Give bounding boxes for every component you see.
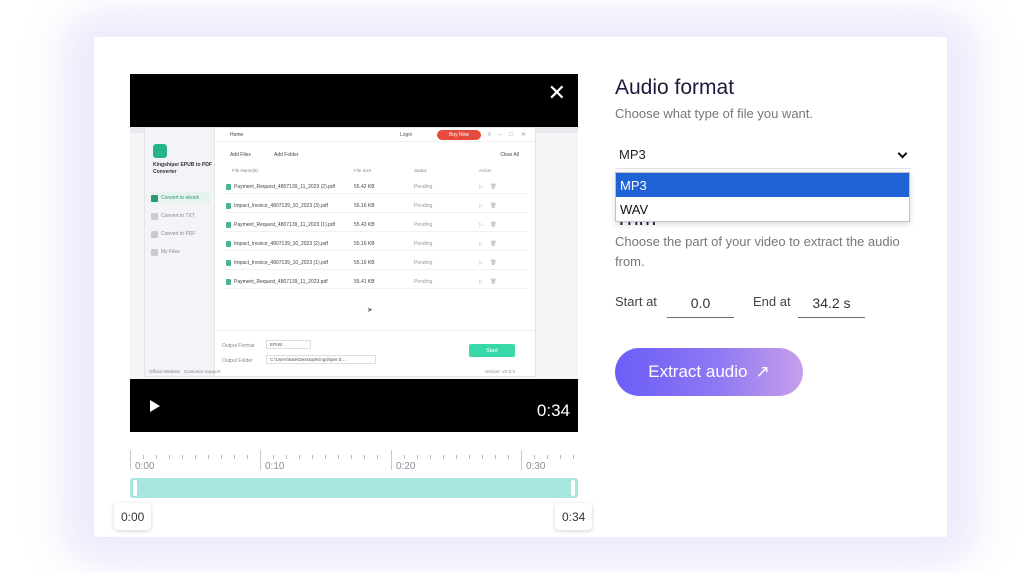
play-icon[interactable] <box>150 400 160 412</box>
book-icon <box>151 194 158 202</box>
video-frame: Kingshiper EPUB to PDF Converter Convert… <box>130 127 578 379</box>
app-add-files: Add Files <box>230 152 251 158</box>
video-duration: 0:34 <box>536 401 570 420</box>
trim-description: Choose the part of your video to extract… <box>615 234 900 269</box>
arrow-up-right-icon: ↗ <box>755 362 770 381</box>
ruler-tick-major <box>391 450 392 470</box>
row-actions-icon: ▷ 🗑 <box>479 222 500 228</box>
tick-label: 0:00 <box>135 461 155 472</box>
output-folder-label: Output Folder <box>222 358 253 364</box>
audio-format-subtitle: Choose what type of file you want. <box>615 106 814 121</box>
window-controls-icon: ≡ – □ ✕ <box>487 132 529 138</box>
extract-audio-label: Extract audio <box>648 362 748 381</box>
app-main: Home Login Buy Now ≡ – □ ✕ Add Files Add… <box>216 128 535 376</box>
end-at-label: End at <box>753 294 791 309</box>
tick-label: 0:30 <box>526 461 546 472</box>
audio-format-title: Audio format <box>615 76 735 99</box>
trim-range-track[interactable] <box>130 478 578 498</box>
table-row: Payment_Request_4807139_11_2023 (2).pdf 5… <box>224 180 527 194</box>
chevron-down-icon <box>897 148 908 159</box>
app-version: Version: V2.0.2 <box>484 369 515 374</box>
pdf-file-icon <box>226 241 231 247</box>
app-home: Home <box>230 132 244 138</box>
app-clear-all: Clear All <box>500 152 519 158</box>
sidebar-item-pdf: Convert to PDF <box>151 228 211 240</box>
table-row: Impact_Invoice_4807139_10_2023 (2).pdf 55… <box>224 237 527 251</box>
mouse-cursor-icon: ➤ <box>367 307 373 314</box>
pdf-file-icon <box>226 222 231 228</box>
pdf-file-icon <box>226 260 231 266</box>
tick-label: 0:10 <box>265 461 285 472</box>
end-at-input[interactable] <box>798 289 865 318</box>
app-table-header: File Name(8) File Size Status Action <box>232 168 492 173</box>
row-actions-icon: ▷ 🗑 <box>479 203 500 209</box>
row-actions-icon: ▷ 🗑 <box>479 184 500 190</box>
trim-end-handle[interactable] <box>571 480 575 496</box>
pdf-file-icon <box>226 279 231 285</box>
audio-format-dropdown[interactable]: MP3 WAV <box>615 172 910 222</box>
option-mp3[interactable]: MP3 <box>616 173 909 197</box>
output-format-value: EPUB <box>266 340 311 349</box>
row-actions-icon: ▷ 🗑 <box>479 279 500 285</box>
output-format-label: Output Format <box>222 343 255 349</box>
sidebar-item-ebook: Convert to ebook <box>151 192 211 204</box>
start-at-label: Start at <box>615 294 657 309</box>
app-add-folder: Add Folder <box>274 152 299 158</box>
sidebar-item-files: My Files <box>151 246 211 258</box>
app-buy-now: Buy Now <box>437 130 481 140</box>
folder-icon <box>151 248 158 256</box>
start-at-input[interactable] <box>667 289 734 318</box>
pdf-icon <box>151 230 158 238</box>
table-row: Impact_Invoice_4807139_10_2023 (1).pdf 55… <box>224 256 527 270</box>
table-row: Payment_Request_4807139_11_2023.pdf 55.41… <box>224 275 527 289</box>
row-actions-icon: ▷ 🗑 <box>479 260 500 266</box>
app-sidebar: Kingshiper EPUB to PDF Converter Convert… <box>145 128 215 376</box>
table-row: Impact_Invoice_4807139_10_2023 (3).pdf 55… <box>224 199 527 213</box>
pdf-file-icon <box>226 203 231 209</box>
ruler-tick-major <box>130 450 131 470</box>
trim-start-time: 0:00 <box>114 503 152 530</box>
app-screenshot: Kingshiper EPUB to PDF Converter Convert… <box>144 127 536 377</box>
table-row: Payment_Request_4807139_11_2023 (1).pdf 5… <box>224 218 527 232</box>
app-footer-links: Official Website Customer Support <box>149 369 221 374</box>
trim-end-time: 0:34 <box>555 503 593 530</box>
txt-icon <box>151 212 158 220</box>
app-logo-icon <box>153 144 167 158</box>
app-topbar: Home Login Buy Now ≡ – □ ✕ <box>216 128 535 142</box>
close-icon[interactable]: ✕ <box>548 82 566 104</box>
output-folder-value: C:\Users\kate\Desktop\Kingshiper E... <box>266 355 376 364</box>
extract-audio-button[interactable]: Extract audio ↗ <box>615 348 803 396</box>
row-actions-icon: ▷ 🗑 <box>479 241 500 247</box>
video-player[interactable]: ✕ Kingshiper EPUB to PDF Converter Conve… <box>130 74 578 432</box>
app-login: Login <box>400 132 413 138</box>
tick-label: 0:20 <box>396 461 416 472</box>
app-name: Kingshiper EPUB to PDF Converter <box>153 162 212 175</box>
option-wav[interactable]: WAV <box>616 197 909 221</box>
ruler-tick-major <box>521 450 522 470</box>
audio-format-select[interactable]: MP3 <box>615 141 911 169</box>
app-start-button: Start <box>469 344 515 357</box>
timeline-ruler: 0:00 0:10 0:20 0:30 <box>130 450 578 474</box>
audio-format-selected: MP3 <box>619 147 646 162</box>
sidebar-item-txt: Convert to TXT <box>151 210 211 222</box>
trim-start-handle[interactable] <box>133 480 137 496</box>
ruler-tick-major <box>260 450 261 470</box>
pdf-file-icon <box>226 184 231 190</box>
